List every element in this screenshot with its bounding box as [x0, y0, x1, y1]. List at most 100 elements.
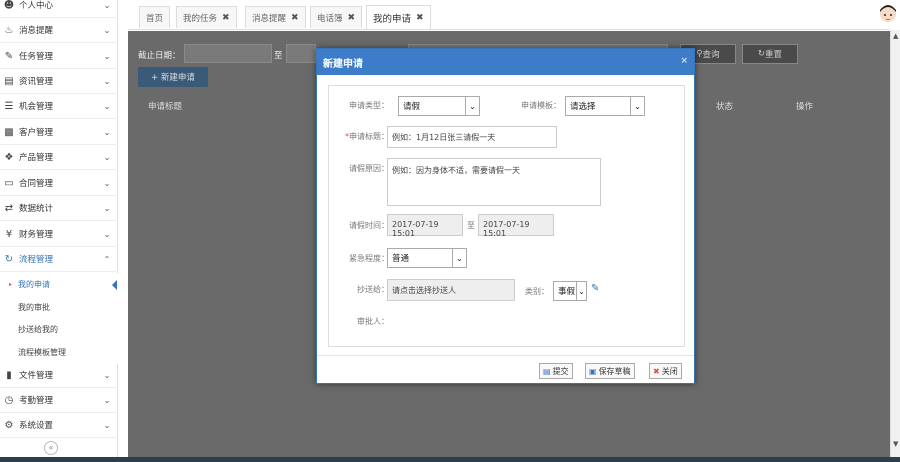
sub-item-my-applications[interactable]: ▸ 我的申请: [0, 273, 118, 296]
category-label: 类别：: [525, 287, 549, 296]
date-start-input[interactable]: [184, 44, 272, 63]
tab-my-tasks[interactable]: 我的任务 ✖: [176, 6, 237, 28]
shuffle-icon: ⇄: [4, 202, 14, 214]
refresh-icon: ↻: [757, 49, 766, 59]
sub-item-label: 我的审批: [18, 303, 50, 312]
reason-textarea[interactable]: 例如：因为身体不适，需要请假一天: [387, 158, 601, 206]
sidebar-item-workflow[interactable]: ↻ 流程管理 ⌃: [0, 247, 118, 272]
title-input[interactable]: 例如：1月12日张三请假一天: [387, 126, 557, 148]
approver-label: 审批人：: [357, 317, 389, 326]
sidebar-item-label: 客户管理: [19, 128, 54, 138]
column-status: 状态: [716, 102, 734, 112]
category-select[interactable]: 事假 ⌄: [553, 281, 587, 301]
users-icon: ▩: [4, 126, 14, 138]
sidebar: ☻ 个人中心 ⌄ ♨ 消息提醒 ⌄ ✎ 任务管理 ⌄ ▤ 资讯管理 ⌄ ☰ 机会…: [0, 0, 118, 462]
tab-home[interactable]: 首页: [139, 6, 171, 28]
tab-my-applications[interactable]: 我的申请 ✖: [366, 5, 431, 29]
sidebar-item-label: 消息提醒: [19, 26, 54, 36]
scroll-down-icon[interactable]: ▼: [893, 440, 898, 448]
sidebar-item-statistics[interactable]: ⇄ 数据统计 ⌄: [0, 196, 118, 221]
submit-button[interactable]: ▤ 提交: [539, 363, 573, 379]
sidebar-item-label: 个人中心: [19, 1, 54, 11]
avatar[interactable]: [878, 2, 898, 26]
sidebar-item-opportunities[interactable]: ☰ 机会管理 ⌄: [0, 94, 118, 119]
chevron-down-icon: ⌄: [465, 97, 479, 115]
sub-item-workflow-templates[interactable]: 流程模板管理: [0, 341, 118, 364]
chevron-down-icon: ⌄: [103, 51, 111, 61]
save-icon: ▣: [589, 366, 597, 376]
chevron-down-icon: ⌄: [103, 152, 111, 162]
template-label: 申请模板：: [521, 101, 561, 110]
chevron-down-icon: ⌄: [103, 229, 111, 239]
close-icon: ✖: [653, 366, 660, 376]
cc-input[interactable]: 请点击选择抄送人: [387, 279, 515, 301]
reason-label: 请假原因：: [349, 164, 389, 173]
urgency-select[interactable]: 普通 ⌄: [387, 248, 467, 268]
sidebar-item-attendance[interactable]: ◷ 考勤管理 ⌄: [0, 388, 118, 413]
chevron-down-icon: ⌄: [103, 395, 111, 405]
tab-messages[interactable]: 消息提醒 ✖: [245, 6, 306, 28]
sidebar-item-finance[interactable]: ¥ 财务管理 ⌄: [0, 222, 118, 247]
arrow-right-icon: ▸: [9, 281, 13, 288]
time-start-input[interactable]: 2017-07-19 15:01: [387, 214, 463, 238]
close-button[interactable]: ✖ 关闭: [649, 363, 682, 379]
close-icon[interactable]: ×: [680, 56, 688, 66]
sub-item-label: 流程模板管理: [18, 348, 66, 357]
close-icon[interactable]: ✖: [291, 13, 299, 23]
category-select-value: 事假: [558, 287, 576, 297]
sidebar-item-label: 资讯管理: [19, 77, 54, 87]
reset-button[interactable]: ↻ 重置: [742, 44, 798, 64]
folder-icon: ▭: [4, 177, 14, 189]
sidebar-item-contracts[interactable]: ▭ 合同管理 ⌄: [0, 171, 118, 196]
sidebar-item-tasks[interactable]: ✎ 任务管理 ⌄: [0, 44, 118, 69]
sidebar-item-products[interactable]: ❖ 产品管理 ⌄: [0, 145, 118, 170]
chevron-down-icon: ⌄: [103, 203, 111, 213]
date-end-input[interactable]: [286, 44, 316, 63]
file-icon: ▤: [4, 75, 14, 87]
clock-icon: ◷: [4, 394, 14, 406]
template-select[interactable]: 请选择 ⌄: [565, 96, 645, 116]
reset-button-label: 重置: [765, 50, 783, 60]
type-select[interactable]: 请假 ⌄: [398, 96, 480, 116]
sidebar-item-news[interactable]: ▤ 资讯管理 ⌄: [0, 69, 118, 94]
edit-icon: ✎: [4, 50, 14, 62]
time-end-input[interactable]: 2017-07-19 15:01: [478, 214, 554, 238]
sidebar-item-label: 文件管理: [19, 371, 54, 381]
save-draft-button[interactable]: ▣ 保存草稿: [585, 363, 635, 379]
sidebar-item-label: 机会管理: [19, 102, 54, 112]
title-label-text: 申请标题：: [349, 132, 389, 141]
sidebar-item-label: 合同管理: [19, 179, 54, 189]
sub-item-my-approvals[interactable]: 我的审批: [0, 296, 118, 319]
dialog-footer: ▤ 提交 ▣ 保存草稿 ✖ 关闭: [317, 355, 694, 383]
urgency-select-value: 普通: [392, 254, 410, 264]
sub-item-label: 我的申请: [18, 280, 50, 289]
new-application-button[interactable]: + 新建申请: [138, 67, 208, 87]
sidebar-collapse-button[interactable]: «: [44, 441, 58, 455]
sidebar-item-settings[interactable]: ⚙ 系统设置 ⌄: [0, 413, 118, 438]
date-filter-label: 截止日期：: [138, 51, 181, 61]
sidebar-item-messages[interactable]: ♨ 消息提醒 ⌄: [0, 18, 118, 43]
submit-button-label: 提交: [552, 366, 569, 376]
workflow-icon: ↻: [4, 253, 14, 265]
chevron-up-icon: ⌃: [103, 254, 111, 264]
sidebar-item-personal-center[interactable]: ☻ 个人中心 ⌄: [0, 0, 118, 18]
sidebar-item-label: 财务管理: [19, 230, 54, 240]
sidebar-item-label: 系统设置: [19, 421, 54, 431]
new-application-dialog: 新建申请 × 申请类型： 请假 ⌄ 申请模板： 请选择 ⌄ *申请标题： 例如：…: [316, 48, 695, 384]
chevron-down-icon: ⌄: [103, 25, 111, 35]
scrollbar[interactable]: ▲ ▼: [890, 30, 900, 457]
tab-label: 首页: [146, 13, 164, 24]
pencil-icon[interactable]: ✎: [591, 283, 599, 294]
tab-phonebook[interactable]: 电话簿 ✖: [310, 6, 363, 28]
chevron-down-icon: ⌄: [103, 178, 111, 188]
scroll-up-icon[interactable]: ▲: [893, 32, 898, 40]
tab-bar: 首页 我的任务 ✖ 消息提醒 ✖ 电话簿 ✖ 我的申请 ✖: [128, 0, 890, 30]
yen-icon: ¥: [5, 228, 13, 240]
sub-item-cc-to-me[interactable]: 抄送给我的: [0, 318, 118, 341]
close-icon[interactable]: ✖: [348, 13, 356, 23]
close-icon[interactable]: ✖: [222, 13, 230, 23]
sidebar-item-files[interactable]: ▮ 文件管理 ⌄: [0, 363, 118, 388]
dialog-title: 新建申请: [323, 58, 363, 70]
sidebar-item-customers[interactable]: ▩ 客户管理 ⌄: [0, 120, 118, 145]
close-icon[interactable]: ✖: [416, 13, 424, 23]
